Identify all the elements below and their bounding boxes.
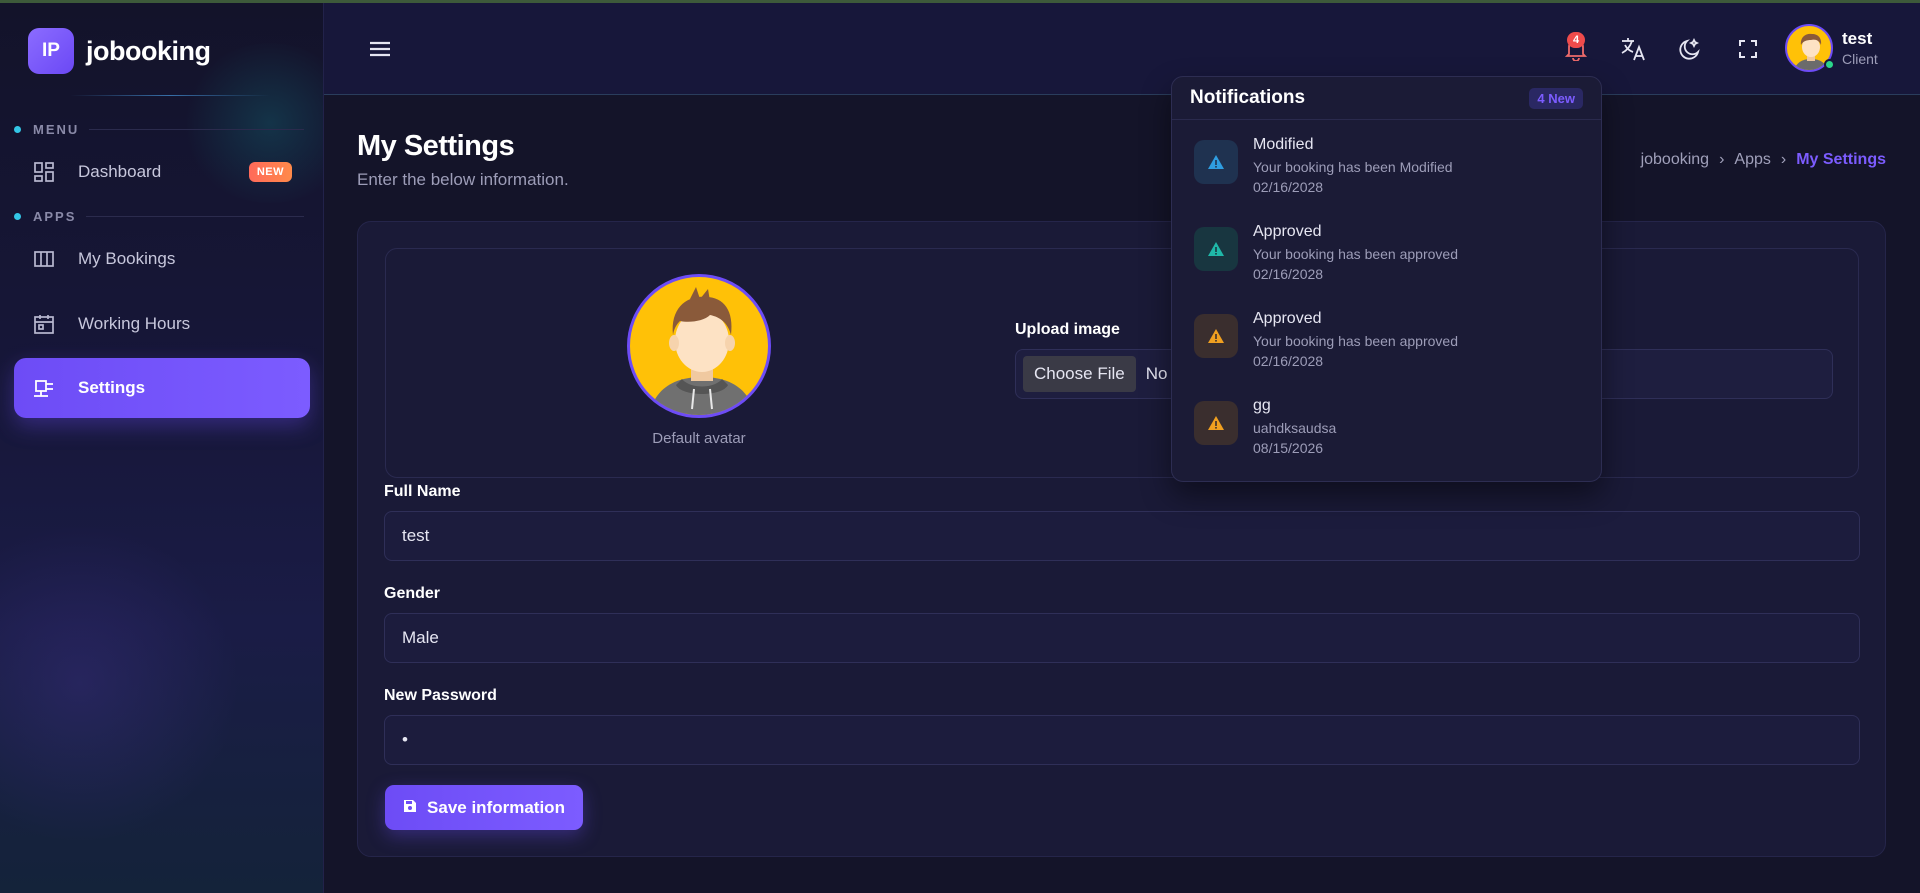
sidebar-item-settings[interactable]: Settings [14,358,310,418]
notification-date: 02/16/2028 [1253,179,1324,195]
breadcrumb-item[interactable]: Apps [1734,151,1770,169]
new-password-input[interactable]: • [384,715,1860,765]
breadcrumb-separator: › [1780,151,1787,168]
save-button-label: Save information [427,797,565,817]
warning-icon [1194,314,1238,358]
sidebar: IP jobooking MENU Dashboard NEW APPS My … [0,3,324,893]
brand[interactable]: IP jobooking [28,28,211,74]
section-label-menu: MENU [14,122,304,137]
notification-title: Modified [1253,136,1314,153]
page-title: My Settings [357,130,515,162]
notification-date: 02/16/2028 [1253,353,1324,369]
breadcrumb-current: My Settings [1796,151,1886,168]
sidebar-item-label: My Bookings [78,249,176,268]
section-dot [14,213,21,220]
notification-count-badge: 4 [1567,32,1586,48]
translate-icon[interactable] [1617,33,1649,65]
dashboard-grid-icon [32,160,56,184]
notifications-new-badge: 4 New [1529,88,1583,109]
section-rule [89,129,304,130]
notification-date: 08/15/2026 [1253,440,1324,456]
notification-title: Approved [1253,310,1322,327]
online-status-dot [1824,59,1835,70]
notification-message: uahdksaudsa [1253,420,1337,436]
new-password-label: New Password [384,687,497,704]
sidebar-item-label: Settings [78,378,146,397]
moon-icon[interactable] [1674,33,1706,65]
notification-date: 02/16/2028 [1253,266,1324,282]
avatar-caption: Default avatar [652,430,746,447]
notification-message: Your booking has been approved [1253,246,1458,262]
warning-icon [1194,140,1238,184]
notification-title: gg [1253,397,1271,414]
brand-logo: IP [28,28,74,74]
settings-icon [32,376,56,400]
sidebar-item-label: Dashboard [78,162,162,181]
calendar-icon [32,312,56,336]
warning-icon [1194,401,1238,445]
fullscreen-icon[interactable] [1732,33,1764,65]
full-name-input[interactable]: test [384,511,1860,561]
user-name[interactable]: test [1842,29,1872,49]
notifications-title: Notifications [1190,87,1306,108]
upload-image-label: Upload image [1015,321,1120,338]
section-dot [14,126,21,133]
sidebar-item-working-hours[interactable]: Working Hours [14,294,310,354]
user-role: Client [1842,51,1878,67]
brand-name: jobooking [86,35,211,66]
gender-label: Gender [384,585,441,602]
sidebar-item-my-bookings[interactable]: My Bookings [14,229,310,289]
notifications-dropdown: Notifications 4 New Modified Your bookin… [1171,76,1602,482]
warning-icon [1194,227,1238,271]
sidebar-item-dashboard[interactable]: Dashboard NEW [14,142,310,202]
save-information-button[interactable]: Save information [385,785,583,830]
top-accent-line [0,0,1920,3]
brand-divider [70,95,270,96]
default-avatar-image [627,274,771,418]
notification-item[interactable]: Approved Your booking has been approved … [1194,223,1584,303]
notifications-divider [1172,119,1601,120]
sidebar-item-label: Working Hours [78,314,191,333]
columns-icon [32,247,56,271]
sidebar-glow [0,523,240,843]
breadcrumb-separator: › [1719,151,1725,168]
full-name-label: Full Name [384,483,461,500]
notification-item[interactable]: Approved Your booking has been approved … [1194,310,1584,390]
notification-title: Approved [1253,223,1322,240]
top-header: 4 test Client [324,3,1920,95]
notification-message: Your booking has been approved [1253,333,1458,349]
file-status-text: No [1145,364,1168,383]
notification-message: Your booking has been Modified [1253,159,1453,175]
save-icon [403,798,417,818]
notification-item[interactable]: gg uahdksaudsa 08/15/2026 [1194,397,1584,477]
choose-file-button[interactable]: Choose File [1023,356,1136,392]
section-label-text: MENU [33,122,80,137]
page-subtitle: Enter the below information. [357,170,569,189]
gender-input[interactable]: Male [384,613,1860,663]
new-badge: NEW [248,162,292,182]
section-label-text: APPS [33,209,77,224]
section-label-apps: APPS [14,209,304,224]
menu-icon[interactable] [366,35,394,63]
breadcrumb-item[interactable]: jobooking [1641,151,1710,169]
section-rule [86,216,304,217]
notification-item[interactable]: Modified Your booking has been Modified … [1194,136,1584,216]
breadcrumb: jobooking › Apps › My Settings [1641,151,1886,169]
